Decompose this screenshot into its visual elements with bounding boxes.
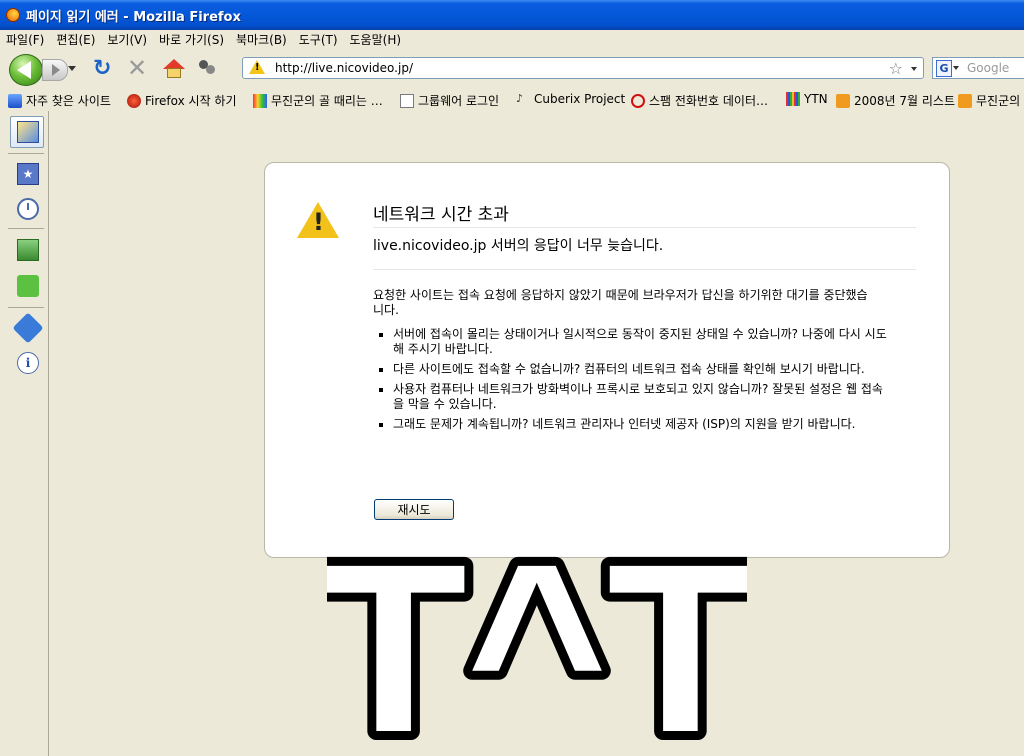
music-note-icon: ♪: [516, 92, 524, 105]
firefox-bookmark-icon: [127, 93, 141, 108]
forward-arrow-icon: [52, 64, 60, 76]
reload-icon[interactable]: ↻: [93, 58, 111, 80]
bookmark-folder-icon: [8, 93, 22, 108]
error-title: 네트워크 시간 초과: [373, 200, 916, 228]
info-icon[interactable]: i: [17, 352, 39, 374]
url-dropdown-icon[interactable]: [911, 67, 917, 71]
bookmark-item[interactable]: 2008년 7월 리스트: [836, 92, 955, 109]
bookmark-item[interactable]: 스팸 전화번호 데이터…: [631, 92, 768, 109]
menu-edit[interactable]: 편집(E): [50, 31, 101, 48]
tools-icon[interactable]: [12, 312, 44, 344]
window-title: 페이지 읽기 에러 - Mozilla Firefox: [26, 9, 241, 25]
menu-file[interactable]: 파일(F): [0, 31, 50, 48]
addons-icon[interactable]: [17, 275, 39, 297]
google-engine-icon[interactable]: G: [936, 60, 952, 77]
bookmark-item[interactable]: 무진군의 골 때리는 …: [253, 92, 383, 109]
menu-bookmarks[interactable]: 북마크(B): [230, 31, 293, 48]
list-item: 서버에 접속이 몰리는 상태이거나 일시적으로 동작이 중지된 상태일 수 있습…: [393, 327, 893, 357]
extension-toolbar-icon[interactable]: [199, 60, 215, 76]
error-long-description: 요청한 사이트는 접속 요청에 응답하지 않았기 때문에 브라우저가 답신을 하…: [373, 288, 868, 317]
menu-bar: 파일(F) 편집(E) 보기(V) 바로 가기(S) 북마크(B) 도구(T) …: [0, 30, 1024, 49]
home-icon[interactable]: [163, 59, 185, 79]
bookmarks-toolbar: 자주 찾은 사이트 Firefox 시작 하기 무진군의 골 때리는 … 그룹웨…: [0, 89, 1024, 112]
page-icon: [400, 93, 414, 108]
bookmark-item[interactable]: YTN: [786, 92, 828, 106]
rss-icon: [958, 93, 972, 108]
bookmark-item[interactable]: 무진군의: [958, 92, 1020, 109]
sidebar-divider: [8, 228, 44, 229]
error-short-description: live.nicovideo.jp 서버의 응답이 너무 늦습니다.: [373, 235, 916, 270]
sidebar-divider: [8, 307, 44, 308]
sidebar-divider: [8, 153, 44, 154]
history-dropdown-icon[interactable]: [68, 66, 76, 71]
forward-button[interactable]: [42, 59, 68, 81]
error-page-container: 네트워크 시간 초과 live.nicovideo.jp 서버의 응답이 너무 …: [264, 162, 950, 558]
search-input[interactable]: Google: [967, 61, 1009, 75]
overlay-text: T^T: [327, 541, 747, 741]
warning-icon: [249, 60, 265, 74]
bookmarks-sidebar-icon[interactable]: ★: [17, 163, 39, 185]
bookmark-item[interactable]: Firefox 시작 하기: [127, 92, 237, 109]
error-reason-list: 서버에 접속이 몰리는 상태이거나 일시적으로 동작이 중지된 상태일 수 있습…: [373, 327, 893, 437]
engine-dropdown-icon[interactable]: [953, 66, 959, 70]
downloads-icon[interactable]: [17, 239, 39, 261]
ytn-favicon-icon: [786, 92, 800, 106]
sidebar: ★ i: [0, 111, 49, 756]
navigation-toolbar: ↻ ✕ http://live.nicovideo.jp/ ☆ G Google: [0, 49, 1024, 90]
bookmark-item[interactable]: ♪ Cuberix Project: [516, 92, 625, 106]
back-button[interactable]: [9, 54, 43, 86]
list-item: 그래도 문제가 계속됩니까? 네트워크 관리자나 인터넷 제공자 (ISP)의 …: [393, 417, 893, 432]
menu-tools[interactable]: 도구(T): [293, 31, 344, 48]
menu-help[interactable]: 도움말(H): [344, 31, 408, 48]
overlay-emoticon: T^T: [327, 541, 747, 741]
list-item: 다른 사이트에도 접속할 수 없습니까? 컴퓨터의 네트워크 접속 상태를 확인…: [393, 362, 893, 377]
menu-view[interactable]: 보기(V): [101, 31, 153, 48]
firefox-logo-icon: [6, 8, 20, 22]
page-info-icon[interactable]: [17, 121, 39, 143]
site-favicon-icon: [253, 93, 267, 108]
bookmark-item[interactable]: 그룹웨어 로그인: [400, 92, 499, 109]
bookmark-item[interactable]: 자주 찾은 사이트: [8, 92, 111, 109]
address-bar[interactable]: http://live.nicovideo.jp/ ☆: [242, 57, 924, 79]
search-box[interactable]: G Google: [932, 57, 1024, 79]
stop-icon[interactable]: ✕: [127, 56, 147, 80]
rss-icon: [836, 93, 850, 108]
history-icon[interactable]: [17, 198, 39, 220]
title-bar: 페이지 읽기 에러 - Mozilla Firefox: [0, 0, 1024, 30]
menu-go[interactable]: 바로 가기(S): [153, 31, 230, 48]
warning-icon: [295, 200, 341, 240]
bookmark-star-icon[interactable]: ☆: [889, 59, 903, 78]
address-input[interactable]: http://live.nicovideo.jp/: [275, 61, 413, 75]
back-arrow-icon: [17, 61, 31, 79]
retry-button[interactable]: 재시도: [374, 499, 454, 520]
no-sign-icon: [631, 93, 645, 108]
list-item: 사용자 컴퓨터나 네트워크가 방화벽이나 프록시로 보호되고 있지 않습니까? …: [393, 382, 893, 412]
